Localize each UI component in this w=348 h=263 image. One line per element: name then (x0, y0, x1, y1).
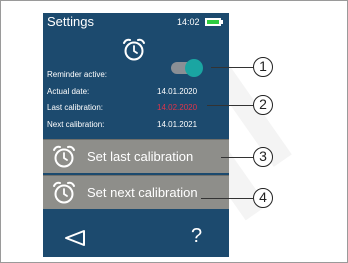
set-next-calibration-label: Set next calibration (87, 185, 198, 200)
battery-tip (221, 20, 223, 24)
callout-line-1 (211, 67, 253, 68)
figure-frame: Settings 14:02 Reminder active: Actual d… (0, 0, 348, 263)
status-bar: Settings 14:02 (43, 13, 229, 33)
reminder-toggle[interactable] (171, 59, 205, 77)
screen-title: Settings (47, 14, 94, 29)
set-next-calibration-button[interactable]: Set next calibration (43, 175, 229, 209)
callout-2: 2 (253, 95, 273, 115)
device-screen: Settings 14:02 Reminder active: Actual d… (43, 13, 229, 257)
callout-line-3 (221, 157, 253, 158)
callout-line-2 (207, 105, 253, 106)
clock: 14:02 (177, 17, 200, 27)
alarm-clock-icon (53, 181, 75, 204)
last-calibration-label: Last calibration: (47, 103, 104, 112)
next-calibration-value: 14.01.2021 (157, 120, 198, 129)
callout-3: 3 (253, 147, 273, 167)
battery-icon (205, 18, 221, 26)
actual-date-value: 14.01.2020 (157, 87, 198, 96)
back-arrow-icon[interactable] (63, 229, 87, 247)
actual-date-label: Actual date: (47, 87, 90, 96)
callout-4: 4 (253, 188, 273, 208)
callout-1: 1 (253, 57, 273, 77)
callout-line-4 (201, 198, 253, 199)
bottom-nav-bar: ? (43, 211, 229, 257)
set-last-calibration-label: Set last calibration (87, 149, 194, 164)
alarm-clock-icon (53, 145, 75, 168)
help-button[interactable]: ? (191, 225, 202, 248)
reminder-active-label: Reminder active: (47, 70, 108, 79)
set-last-calibration-button[interactable]: Set last calibration (43, 139, 229, 173)
next-calibration-label: Next calibration: (47, 120, 105, 129)
last-calibration-value[interactable]: 14.02.2020 (157, 103, 197, 112)
alarm-clock-icon (123, 38, 145, 61)
